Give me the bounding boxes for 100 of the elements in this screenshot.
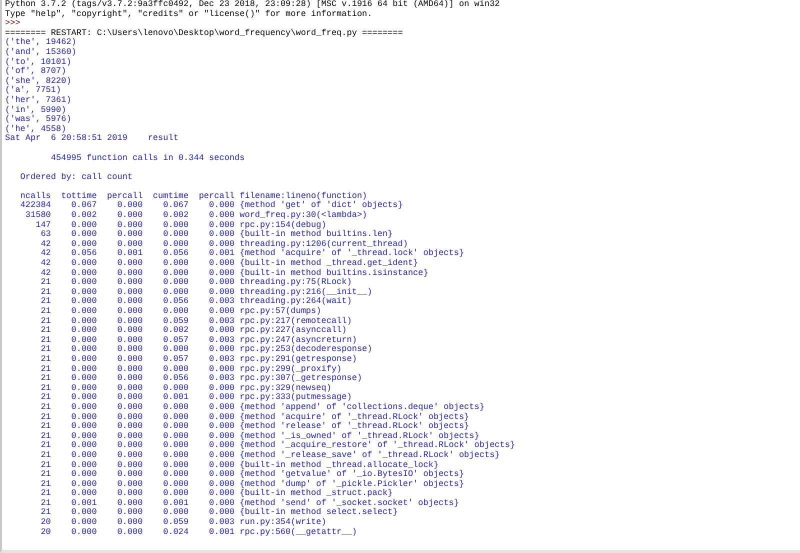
table-cell: 0.001: [209, 528, 235, 538]
table-cell-text: 0.000: [163, 288, 189, 297]
table-cell-text: 0.000: [209, 288, 235, 297]
column-header: percall: [198, 192, 235, 201]
table-cell-text: 42: [40, 240, 51, 249]
table-cell-text: 0.000: [163, 268, 189, 278]
table-cell-text: 42: [40, 268, 51, 278]
table-cell-text: 0.003: [209, 336, 235, 345]
table-cell: 0.000: [117, 259, 143, 269]
table-cell: 0.000: [163, 259, 189, 269]
table-cell-text: 0.067: [163, 201, 189, 211]
table-cell-text: {method 'acquire' of '_thread.lock' objects}: [240, 249, 464, 258]
output-line: ('of', 8707): [5, 67, 66, 76]
table-cell-text: 0.000: [117, 412, 143, 422]
table-cell-text: {built-in method builtins.isinstance}: [240, 268, 428, 278]
table-cell: 0.000: [71, 345, 97, 355]
table-cell: 0.000: [163, 402, 189, 413]
output-line: ('the', 19462): [5, 38, 76, 48]
table-cell: 0.059: [163, 518, 189, 528]
table-cell-text: {method 'getvalue' of '_io.BytesIO' objects}: [240, 470, 464, 480]
column-header: ncalls: [20, 192, 51, 201]
table-cell-text: 0.001: [209, 249, 235, 259]
column-header: percall: [107, 192, 143, 201]
table-cell: 0.000: [71, 441, 97, 451]
shell-prompt: >>>: [5, 19, 20, 29]
table-cell-text: rpc.py:307(_getresponse): [240, 374, 362, 384]
table-cell-text: run.py:354(write): [240, 518, 326, 528]
table-cell: 0.003: [209, 518, 235, 528]
table-cell: 0.000: [117, 278, 143, 288]
table-cell: 0.000: [209, 489, 235, 499]
table-cell-text: 0.000: [117, 201, 143, 211]
table-cell: 0.000: [163, 230, 189, 240]
table-cell: 0.000: [117, 354, 143, 365]
table-cell: 0.000: [117, 528, 143, 538]
table-cell-text: 0.056: [71, 249, 97, 259]
table-cell: 0.000: [117, 450, 143, 460]
table-cell: 0.000: [209, 393, 235, 403]
table-cell-text: 0.000: [117, 220, 143, 230]
output-line: ('she', 8220): [5, 76, 72, 86]
table-cell: 21: [40, 297, 51, 307]
table-cell-text: 0.000: [71, 316, 97, 326]
table-cell-text: {method 'dump' of '_pickle.Pickler' objects}: [240, 480, 464, 489]
table-cell-text: rpc.py:299(_proxify): [240, 364, 342, 374]
output-line: ('her', 7361): [5, 96, 72, 106]
table-cell: 0.000: [71, 297, 97, 307]
table-cell: 20: [40, 528, 51, 538]
table-cell-text: 0.000: [117, 480, 143, 489]
table-cell-text: {method 'send' of '_socket.socket' objects}: [240, 498, 459, 508]
table-cell: 0.000: [117, 402, 143, 413]
table-cell-text: 0.000: [71, 460, 97, 470]
table-cell: 0.000: [71, 470, 97, 480]
banner-line: Type "help", "copyright", "credits" or "license()" for more information.: [5, 10, 372, 20]
table-cell-text: rpc.py:291(getresponse): [240, 354, 357, 364]
table-cell-text: 0.000: [163, 240, 189, 249]
table-cell-text: 147: [36, 220, 51, 230]
table-cell-text: 21: [40, 432, 51, 441]
output-line: ('and', 15360): [5, 48, 76, 58]
table-cell: 0.000: [71, 422, 97, 432]
table-cell: 0.000: [117, 374, 143, 384]
table-cell-text: 21: [40, 480, 51, 489]
table-cell-text: 0.000: [163, 432, 189, 441]
table-cell: 0.000: [163, 307, 189, 317]
table-cell: 20: [40, 518, 51, 528]
table-cell-text: 0.001: [163, 498, 189, 508]
table-cell: 0.000: [71, 259, 97, 269]
table-cell: 0.000: [71, 326, 97, 336]
table-cell: 21: [40, 278, 51, 288]
table-cell-text: rpc.py:329(newseq): [240, 384, 332, 393]
table-cell-text: 0.000: [163, 480, 189, 489]
table-cell-text: {built-in method _thread.get_ident}: [240, 259, 418, 268]
table-cell-text: threading.py:1206(current_thread): [240, 240, 408, 249]
table-cell: 0.000: [209, 307, 235, 317]
table-cell-text: 0.000: [209, 508, 235, 518]
table-cell: 21: [40, 422, 51, 432]
table-cell: 0.000: [117, 326, 143, 336]
table-cell-text: 0.000: [209, 460, 235, 470]
table-cell: 0.000: [117, 518, 143, 528]
table-cell-text: 0.000: [209, 498, 235, 508]
table-cell-text: 21: [40, 412, 51, 422]
table-cell: 0.000: [209, 230, 235, 240]
order-line: Ordered by: call count: [20, 172, 133, 182]
table-cell-text: 0.000: [163, 412, 189, 422]
table-cell-text: {built-in method _thread.allocate_lock}: [240, 460, 439, 470]
column-header: filename:lineno(function): [240, 192, 368, 201]
table-cell-text: rpc.py:57(dumps): [240, 307, 322, 316]
table-cell-text: 0.000: [163, 384, 189, 393]
table-cell-text: 0.000: [117, 240, 143, 249]
banner-line: Python 3.7.2 (tags/v3.7.2:9a3ffc0492, Dec 23 2018, 23:09:28) [MSC v.1916 64 bit (AMD64)] on win32: [5, 0, 500, 10]
table-cell: 0.000: [117, 297, 143, 307]
table-cell: rpc.py:560(__getattr__): [240, 528, 357, 538]
table-cell: 21: [40, 470, 51, 480]
table-cell-text: rpc.py:227(asynccall): [240, 326, 347, 336]
table-cell-text: 0.000: [117, 268, 143, 278]
table-cell-text: 0.000: [117, 288, 143, 297]
table-cell-text: 21: [40, 508, 51, 518]
table-cell: 0.000: [163, 470, 189, 480]
table-cell: 0.000: [71, 450, 97, 460]
table-cell: 0.000: [71, 489, 97, 499]
table-cell: 0.000: [209, 470, 235, 480]
table-cell: 0.000: [209, 402, 235, 413]
